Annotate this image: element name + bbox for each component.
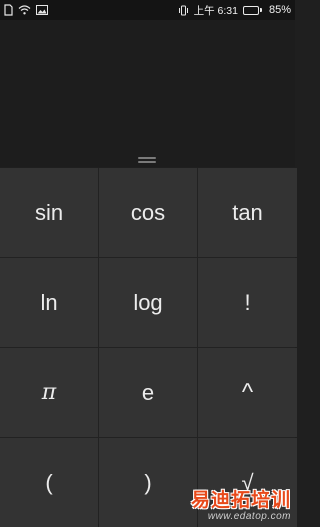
- ln-key[interactable]: ln: [0, 258, 98, 347]
- wifi-icon: [18, 5, 31, 15]
- gallery-icon: [36, 5, 48, 15]
- calculator-display[interactable]: [0, 20, 295, 167]
- drag-handle-icon[interactable]: [138, 157, 156, 163]
- status-time: 上午 6:31: [193, 4, 238, 17]
- status-right-icons: 上午 6:31 85%: [178, 3, 291, 18]
- factorial-key[interactable]: !: [198, 258, 297, 347]
- sqrt-key[interactable]: √: [198, 438, 297, 527]
- log-key[interactable]: log: [99, 258, 197, 347]
- sin-key[interactable]: sin: [0, 168, 98, 257]
- e-key[interactable]: e: [99, 348, 197, 437]
- power-key[interactable]: ^: [198, 348, 297, 437]
- pi-key[interactable]: π: [0, 348, 98, 437]
- advanced-function-keypad: sin cos tan ln log ! π e ^ ( ) √: [0, 168, 297, 527]
- close-paren-key[interactable]: ): [99, 438, 197, 527]
- sim-icon: [4, 4, 13, 16]
- vibrate-icon: [178, 5, 189, 16]
- status-bar: 上午 6:31 85%: [0, 0, 295, 20]
- open-paren-key[interactable]: (: [0, 438, 98, 527]
- cos-key[interactable]: cos: [99, 168, 197, 257]
- tan-key[interactable]: tan: [198, 168, 297, 257]
- status-left-icons: [4, 4, 48, 16]
- battery-icon: [242, 5, 262, 15]
- battery-percent: 85%: [268, 4, 291, 16]
